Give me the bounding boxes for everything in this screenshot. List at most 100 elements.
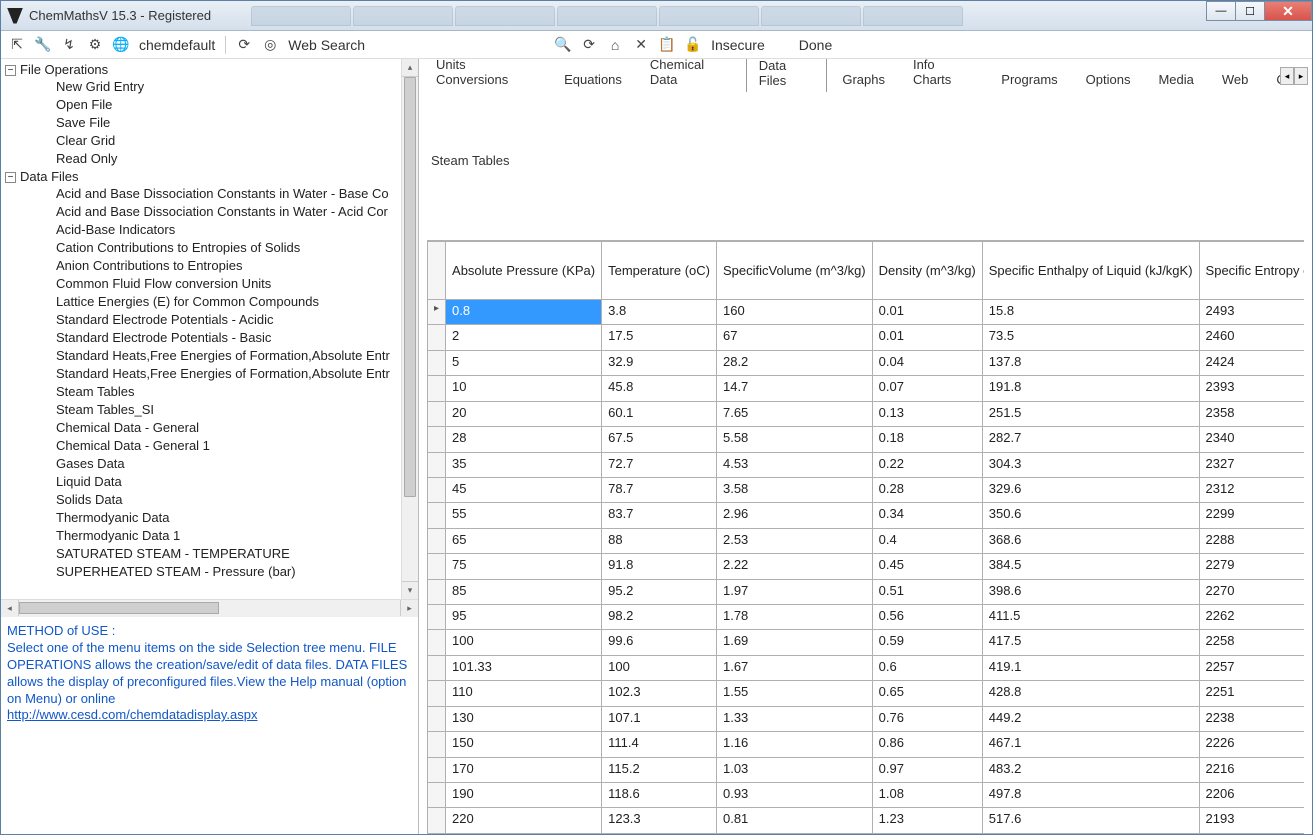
cell[interactable]: 73.5 [982,325,1199,350]
tab-media[interactable]: Media [1145,67,1206,91]
cell[interactable]: 2 [446,325,602,350]
tree-item[interactable]: Steam Tables [1,383,401,401]
tree-item[interactable]: Liquid Data [1,473,401,491]
bg-tab[interactable] [251,6,351,26]
maximize-button[interactable] [1235,1,1265,21]
cell[interactable]: 111.4 [602,732,717,757]
cell[interactable]: 98.2 [602,605,717,630]
tree-item[interactable]: Chemical Data - General [1,419,401,437]
cell[interactable]: 15.8 [982,300,1199,325]
table-row[interactable]: 2060.17.650.13251.5235826107.91 [428,401,1305,426]
cell[interactable]: 5.58 [716,427,872,452]
lock-open-icon[interactable]: 🔓 [685,37,701,53]
cell[interactable]: 0.59 [872,630,982,655]
cell[interactable]: 55 [446,503,602,528]
row-header[interactable] [428,605,446,630]
cell[interactable]: 75 [446,554,602,579]
cell[interactable]: 2393 [1199,376,1304,401]
cell[interactable]: 3.58 [716,477,872,502]
cell[interactable]: 0.81 [716,808,872,834]
cell[interactable]: 32.9 [602,350,717,375]
tree-item[interactable]: Gases Data [1,455,401,473]
cell[interactable]: 2.22 [716,554,872,579]
cell[interactable]: 1.16 [716,732,872,757]
column-header[interactable]: SpecificVolume (m^3/kg) [716,242,872,300]
cell[interactable]: 350.6 [982,503,1199,528]
table-row[interactable]: 220123.30.811.23517.6219327117.1 [428,808,1305,834]
cell[interactable]: 14.7 [716,376,872,401]
tree-item[interactable]: Solids Data [1,491,401,509]
tab-info-charts[interactable]: Info Charts [900,59,986,91]
cell[interactable]: 2327 [1199,452,1304,477]
cell[interactable]: 398.6 [982,579,1199,604]
cell[interactable]: 67.5 [602,427,717,452]
tab-web[interactable]: Web [1209,67,1262,91]
cell[interactable]: 102.3 [602,681,717,706]
cell[interactable]: 0.34 [872,503,982,528]
cell[interactable]: 1.08 [872,783,982,808]
cell[interactable]: 2270 [1199,579,1304,604]
row-header[interactable] [428,579,446,604]
cell[interactable]: 130 [446,706,602,731]
table-row[interactable]: 5583.72.960.34350.6229926507.56 [428,503,1305,528]
cell[interactable]: 1.23 [872,808,982,834]
cell[interactable]: 2216 [1199,757,1304,782]
cell[interactable]: 4.53 [716,452,872,477]
row-header[interactable] [428,325,446,350]
cell[interactable]: 2238 [1199,706,1304,731]
cell[interactable]: 100 [446,630,602,655]
tree-item[interactable]: Anion Contributions to Entropies [1,257,401,275]
row-header[interactable] [428,300,446,325]
cell[interactable]: 0.18 [872,427,982,452]
tree-item[interactable]: Standard Electrode Potentials - Acidic [1,311,401,329]
tree-item[interactable]: Steam Tables_SI [1,401,401,419]
cell[interactable]: 2312 [1199,477,1304,502]
cell[interactable]: 95.2 [602,579,717,604]
cell[interactable]: 95 [446,605,602,630]
cell[interactable]: 60.1 [602,401,717,426]
cell[interactable]: 110 [446,681,602,706]
row-header[interactable] [428,757,446,782]
table-row[interactable]: 1045.814.70.07191.8239325858.15 [428,376,1305,401]
tab-data-files[interactable]: Data Files [746,59,828,92]
cell[interactable]: 2493 [1199,300,1304,325]
cell[interactable]: 467.1 [982,732,1199,757]
cell[interactable]: 1.33 [716,706,872,731]
cell[interactable]: 83.7 [602,503,717,528]
tree-view[interactable]: −File OperationsNew Grid EntryOpen FileS… [1,59,401,599]
table-row[interactable]: 10099.61.690.59417.5225826757.36 [428,630,1305,655]
clipboard-icon[interactable]: 📋 [659,37,675,53]
cell[interactable]: 483.2 [982,757,1199,782]
table-row[interactable]: 2867.55.580.18282.7234026237.79 [428,427,1305,452]
cell[interactable]: 329.6 [982,477,1199,502]
row-header[interactable] [428,503,446,528]
row-header[interactable] [428,655,446,680]
cell[interactable]: 0.01 [872,300,982,325]
collapse-icon[interactable]: − [5,65,16,76]
tree-item[interactable]: Open File [1,96,401,114]
cell[interactable]: 2257 [1199,655,1304,680]
row-header[interactable] [428,732,446,757]
bg-tab[interactable] [863,6,963,26]
table-row[interactable]: 65882.530.4368.6228826577.51 [428,528,1305,553]
tree-item[interactable]: Read Only [1,150,401,168]
column-header[interactable]: Temperature (oC) [602,242,717,300]
cell[interactable]: 2193 [1199,808,1304,834]
cell[interactable]: 88 [602,528,717,553]
cell[interactable]: 0.76 [872,706,982,731]
cell[interactable]: 2.96 [716,503,872,528]
cell[interactable]: 0.97 [872,757,982,782]
tree-item[interactable]: Clear Grid [1,132,401,150]
cell[interactable]: 7.65 [716,401,872,426]
cell[interactable]: 2358 [1199,401,1304,426]
row-header[interactable] [428,554,446,579]
column-header[interactable]: Specific Enthalpy of Liquid (kJ/kgK) [982,242,1199,300]
tree-parent[interactable]: −Data Files [1,168,401,185]
table-row[interactable]: 8595.21.970.51398.6227026687.42 [428,579,1305,604]
tree-item[interactable]: New Grid Entry [1,78,401,96]
cell[interactable]: 5 [446,350,602,375]
row-header[interactable] [428,630,446,655]
cell[interactable]: 101.33 [446,655,602,680]
row-header[interactable] [428,477,446,502]
tab-scroll-left[interactable]: ◂ [1280,67,1294,85]
